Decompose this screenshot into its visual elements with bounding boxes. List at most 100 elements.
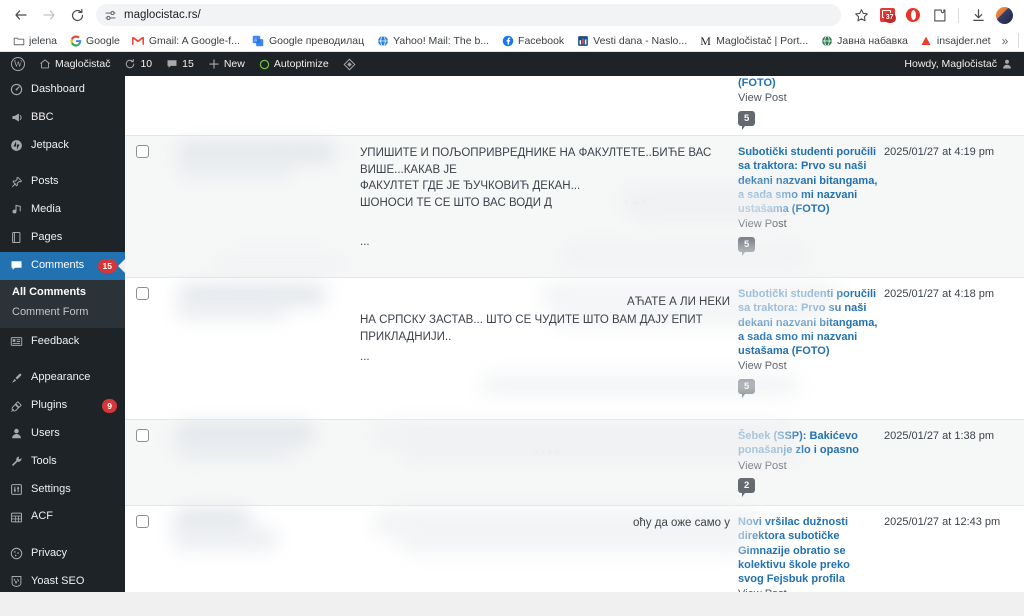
- author-cell: [155, 136, 360, 277]
- row-checkbox[interactable]: [136, 429, 149, 442]
- opera-extension-icon[interactable]: [901, 3, 925, 27]
- bookmark-label: Facebook: [518, 34, 565, 47]
- sidebar-item-label: Privacy: [31, 547, 68, 559]
- sidebar-item-privacy[interactable]: Privacy: [0, 540, 125, 568]
- adminbar-site-name[interactable]: Magločistač: [32, 52, 117, 76]
- bookmark-item[interactable]: insajder.net: [914, 32, 997, 49]
- bookmark-item[interactable]: M Magločistač | Port...: [693, 32, 814, 49]
- adminbar-autoptimize[interactable]: Autoptimize: [252, 52, 336, 76]
- acf-icon: [9, 511, 24, 524]
- table-row[interactable]: (FOTO) View Post 5: [125, 76, 1024, 136]
- sidebar-item-comments[interactable]: Comments 15: [0, 251, 125, 280]
- reload-icon[interactable]: [64, 2, 90, 28]
- adminbar-comments[interactable]: 15: [159, 52, 201, 76]
- sidebar-item-media[interactable]: Media: [0, 196, 125, 224]
- media-icon: [9, 203, 24, 216]
- sidebar-item-label: Yoast SEO: [31, 574, 85, 587]
- bookmarks-overflow-button[interactable]: »: [997, 32, 1014, 50]
- extension-badge-count: 37: [883, 13, 896, 23]
- sidebar-item-label: Users: [31, 427, 60, 439]
- bookmarks-divider: [1018, 33, 1020, 48]
- row-checkbox[interactable]: [136, 515, 149, 528]
- comment-text: УПИШИТЕ И ПОЉОПРИВРЕДНИКЕ НА ФАКУЛТЕТЕ..…: [360, 147, 712, 210]
- bookmark-item[interactable]: jelena: [6, 32, 63, 49]
- adminbar-new-button[interactable]: New: [201, 52, 252, 76]
- post-title-link[interactable]: (FOTO): [738, 76, 878, 90]
- globe-icon: [376, 34, 389, 47]
- sidebar-item-tools[interactable]: Tools: [0, 448, 125, 476]
- view-post-link[interactable]: View Post: [738, 359, 878, 373]
- view-post-link[interactable]: View Post: [738, 91, 878, 105]
- wordpress-logo-icon[interactable]: W: [4, 52, 32, 76]
- circle-icon: [259, 59, 270, 70]
- sidebar-item-feedback[interactable]: Feedback: [0, 328, 125, 356]
- view-post-link[interactable]: View Post: [738, 587, 878, 592]
- home-icon: [39, 58, 51, 70]
- sidebar-item-label: Media: [31, 203, 61, 215]
- pin-icon: [9, 176, 24, 189]
- table-row[interactable]: УПИШИТЕ И ПОЉОПРИВРЕДНИКЕ НА ФАКУЛТЕТЕ..…: [125, 136, 1024, 278]
- pages-icon: [9, 231, 24, 244]
- sidebar-item-label: Posts: [31, 175, 59, 188]
- bookmark-item[interactable]: Google: [63, 32, 126, 49]
- bookmark-item[interactable]: A Google преводилац: [246, 32, 370, 49]
- submenu-item-comment-form[interactable]: Comment Form: [0, 302, 125, 322]
- bookmark-item[interactable]: Yahoo! Mail: The b...: [370, 32, 495, 49]
- comment-bubble-icon: [9, 259, 24, 272]
- triangle-icon: [920, 34, 933, 47]
- bookmark-item[interactable]: Gmail: A Google-f...: [126, 32, 246, 49]
- sidebar-item-settings[interactable]: Settings: [0, 476, 125, 504]
- wp-admin-body: Dashboard BBC Jetpack Posts Media Pages …: [0, 76, 1024, 592]
- sidebar-item-pages[interactable]: Pages: [0, 224, 125, 252]
- extension-badge-icon[interactable]: 37: [875, 3, 899, 27]
- sidebar-item-plugins[interactable]: Plugins 9: [0, 392, 125, 420]
- adminbar-extra[interactable]: [336, 52, 363, 76]
- bookmark-label: insajder.net: [936, 34, 991, 47]
- adminbar-my-account[interactable]: Howdy, Magločistač: [897, 52, 1020, 76]
- sidebar-item-users[interactable]: Users: [0, 420, 125, 448]
- bookmark-item[interactable]: Јавна набавка: [814, 32, 914, 49]
- row-checkbox[interactable]: [136, 145, 149, 158]
- date-cell: 2025/01/27 at 12:43 pm: [884, 516, 1001, 528]
- google-icon: [69, 34, 82, 47]
- m-serif-icon: M: [700, 33, 711, 48]
- sidebar-item-yoast-seo[interactable]: Yoast SEO: [0, 568, 125, 592]
- admin-sidebar-menu: Dashboard BBC Jetpack Posts Media Pages …: [0, 76, 125, 592]
- omnibox[interactable]: maglocistac.rs/: [96, 4, 841, 26]
- megaphone-icon: [9, 111, 24, 124]
- table-row[interactable]: НА СРПСКУ ЗАСТАВ... ШТО СЕ ЧУДИТЕ ШТО ВА…: [125, 278, 1024, 420]
- bookmark-star-icon[interactable]: [849, 3, 873, 27]
- table-row[interactable]: оћу да оже само у Novi vršilac dužnosti …: [125, 506, 1024, 592]
- extensions-puzzle-icon[interactable]: [927, 3, 951, 27]
- profile-avatar-icon[interactable]: [992, 3, 1016, 27]
- sidebar-item-label: BBC: [31, 110, 54, 123]
- translate-icon: A: [252, 34, 265, 47]
- comment-cell: · · · ·: [360, 420, 800, 505]
- bookmark-label: Magločistač | Port...: [716, 34, 809, 47]
- bookmark-item[interactable]: Facebook: [495, 32, 570, 49]
- sidebar-item-label: Tools: [31, 454, 57, 467]
- comment-text-right: АЋАТЕ А ЛИ НЕКИ: [627, 296, 730, 308]
- sidebar-item-dashboard[interactable]: Dashboard: [0, 76, 125, 104]
- submenu-item-all-comments[interactable]: All Comments: [0, 282, 125, 302]
- back-arrow-icon[interactable]: [8, 2, 34, 28]
- adminbar-updates[interactable]: 10: [117, 52, 159, 76]
- row-checkbox[interactable]: [136, 287, 149, 300]
- sidebar-item-acf[interactable]: ACF: [0, 503, 125, 531]
- bookmark-item[interactable]: Vesti dana - Naslo...: [570, 32, 693, 49]
- adminbar-site-name-label: Magločistač: [55, 58, 111, 70]
- table-row[interactable]: · · · · Šebek (SSP): Bakićevo ponašanje …: [125, 420, 1024, 506]
- user-avatar-icon: [1001, 58, 1013, 70]
- sidebar-item-posts[interactable]: Posts: [0, 168, 125, 196]
- sidebar-item-bbc[interactable]: BBC: [0, 104, 125, 132]
- comments-submenu: All Comments Comment Form: [0, 279, 125, 328]
- author-cell: [155, 420, 360, 505]
- sidebar-item-appearance[interactable]: Appearance: [0, 364, 125, 392]
- downloads-icon[interactable]: [966, 3, 990, 27]
- sidebar-item-label: Appearance: [31, 371, 91, 384]
- site-settings-icon[interactable]: [104, 9, 117, 22]
- sidebar-item-jetpack[interactable]: Jetpack: [0, 132, 125, 160]
- sidebar-item-label: Feedback: [31, 334, 80, 347]
- adminbar-updates-count: 10: [140, 58, 153, 70]
- plugins-count-badge: 9: [102, 399, 117, 413]
